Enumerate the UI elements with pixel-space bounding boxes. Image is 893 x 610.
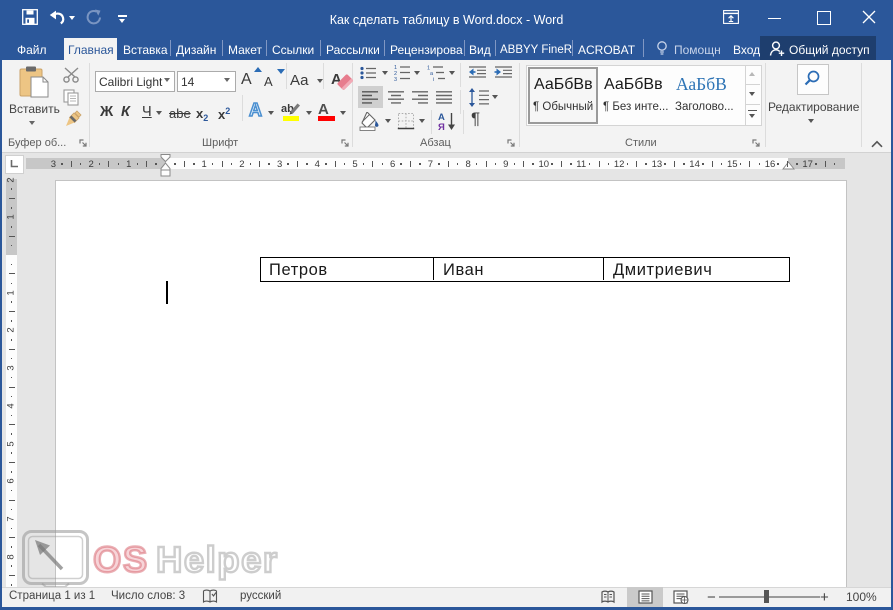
svg-text:Я: Я — [438, 122, 445, 131]
svg-text:i: i — [433, 77, 434, 81]
svg-text:OS: OS — [93, 539, 149, 580]
svg-text:Helper: Helper — [156, 539, 279, 580]
svg-text:3: 3 — [394, 77, 397, 81]
